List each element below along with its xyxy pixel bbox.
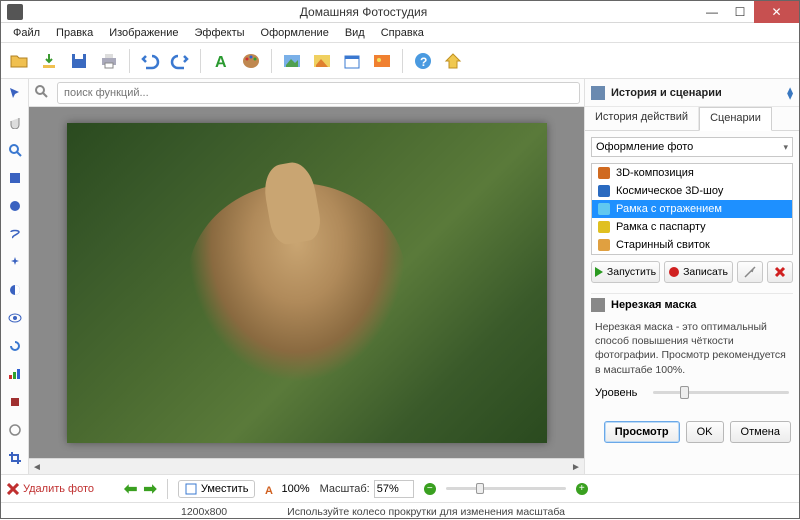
window-title: Домашняя Фотостудия [29,5,698,19]
export-button[interactable] [35,47,63,75]
left-toolbar [1,79,29,474]
fit-button[interactable]: Уместить [178,480,256,498]
run-button[interactable]: Запустить [591,261,660,283]
stamp-tool[interactable] [4,391,26,413]
text-zoom-value: 100% [281,483,309,495]
redo-button[interactable] [166,47,194,75]
scenario-item-selected[interactable]: Рамка с отражением [592,200,792,218]
main-toolbar: A ? [1,43,799,79]
panel-title: История и сценарии [611,87,781,99]
record-button[interactable]: Записать [664,261,733,283]
svg-text:?: ? [420,55,427,69]
delete-scenario-button[interactable] [767,261,793,283]
swirl-tool[interactable] [4,335,26,357]
brush-tool[interactable] [4,419,26,441]
pin-icon[interactable]: ⧫ [787,86,793,100]
zoom-slider[interactable] [446,487,566,490]
dimensions-label: 1200x800 [181,506,227,518]
level-label: Уровень [595,387,645,399]
right-panel: История и сценарии ⧫ История действий Сц… [584,79,799,474]
mask-title: Нерезкая маска [611,299,696,311]
photo-image [67,123,547,443]
bottom-bar: Удалить фото ⬅ ➡ Уместить A 100% Масштаб… [1,474,799,502]
close-button[interactable]: ✕ [754,1,799,23]
next-button[interactable]: ➡ [143,479,156,499]
panel-icon [591,86,605,100]
horizontal-scrollbar[interactable]: ◄ ► [29,458,584,474]
scroll-right-button[interactable]: ► [568,459,584,475]
search-input[interactable] [57,82,580,104]
open-button[interactable] [5,47,33,75]
home-button[interactable] [439,47,467,75]
menu-image[interactable]: Изображение [101,25,186,41]
menu-help[interactable]: Справка [373,25,432,41]
wand-tool[interactable] [4,251,26,273]
help-button[interactable]: ? [409,47,437,75]
tab-scenarios[interactable]: Сценарии [699,107,772,131]
mask-description: Нерезкая маска - это оптимальный способ … [595,320,789,377]
pointer-tool[interactable] [4,83,26,105]
scenario-category-dropdown[interactable]: Оформление фото [591,137,793,157]
play-icon [595,267,603,277]
prev-button[interactable]: ⬅ [124,479,137,499]
lasso-tool[interactable] [4,223,26,245]
search-icon [33,83,53,102]
menu-file[interactable]: Файл [5,25,48,41]
status-bar: 1200x800 Используйте колесо прокрутки дл… [1,502,799,520]
level-slider[interactable] [653,391,789,394]
menu-design[interactable]: Оформление [253,25,337,41]
svg-text:A: A [265,485,273,495]
tab-history[interactable]: История действий [585,107,699,130]
contrast-tool[interactable] [4,279,26,301]
zoom-in-button[interactable]: + [576,483,588,495]
menu-edit[interactable]: Правка [48,25,101,41]
canvas[interactable] [29,107,584,458]
text-button[interactable]: A [207,47,235,75]
scenario-item[interactable]: Рамка с паспарту [592,218,792,236]
crop-tool[interactable] [4,447,26,469]
preview-button[interactable]: Просмотр [604,421,680,443]
image1-button[interactable] [278,47,306,75]
scale-input[interactable] [374,480,414,498]
menu-view[interactable]: Вид [337,25,373,41]
menubar: Файл Правка Изображение Эффекты Оформлен… [1,23,799,43]
maximize-button[interactable]: ☐ [726,1,754,23]
print-button[interactable] [95,47,123,75]
calendar-button[interactable] [338,47,366,75]
eye-tool[interactable] [4,307,26,329]
wand-button[interactable] [737,261,763,283]
scroll-left-button[interactable]: ◄ [29,459,45,475]
scenario-item[interactable]: Старинный свиток [592,236,792,254]
status-tip: Используйте колесо прокрутки для изменен… [287,506,565,518]
rect-select-tool[interactable] [4,167,26,189]
record-icon [669,267,679,277]
svg-text:A: A [215,54,227,71]
mask-icon [591,298,605,312]
zoom-tool[interactable] [4,139,26,161]
titlebar: Домашняя Фотостудия — ☐ ✕ [1,1,799,23]
cancel-button[interactable]: Отмена [730,421,791,443]
delete-photo-button[interactable]: Удалить фото [7,483,94,495]
scale-label: Масштаб: [320,483,370,495]
menu-effects[interactable]: Эффекты [187,25,253,41]
image3-button[interactable] [368,47,396,75]
levels-tool[interactable] [4,363,26,385]
text-zoom-icon: A [265,483,277,495]
palette-button[interactable] [237,47,265,75]
minimize-button[interactable]: — [698,1,726,23]
undo-button[interactable] [136,47,164,75]
hand-tool[interactable] [4,111,26,133]
app-icon [7,4,23,20]
zoom-out-button[interactable]: − [424,483,436,495]
scenario-list: 3D-композиция Космическое 3D-шоу Рамка с… [591,163,793,255]
save-button[interactable] [65,47,93,75]
scenario-item[interactable]: Космическое 3D-шоу [592,182,792,200]
ok-button[interactable]: OK [686,421,724,443]
ellipse-select-tool[interactable] [4,195,26,217]
scenario-item[interactable]: 3D-композиция [592,164,792,182]
image2-button[interactable] [308,47,336,75]
